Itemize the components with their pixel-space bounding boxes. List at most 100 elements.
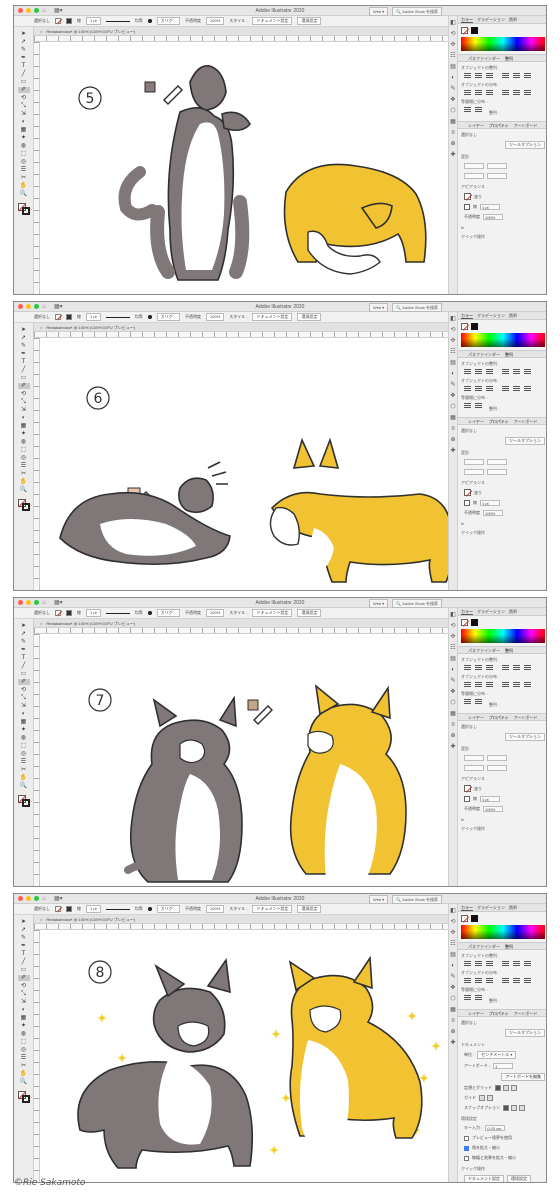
opacity-field[interactable]: 100% [206,905,225,913]
dock-panel-icon-11[interactable]: ≡ [451,722,455,728]
appearance-stroke-weight[interactable]: 1 pt [480,204,500,210]
y-field[interactable] [464,469,484,475]
height-field[interactable] [487,469,507,475]
appearance-fill-swatch[interactable] [464,489,471,496]
pen-tool-icon[interactable]: ✎ [18,639,30,645]
pen-tool-icon[interactable]: ✎ [18,343,30,349]
brush-definition-dropdown[interactable]: カリグ... [156,17,181,25]
align-objects-row-icon-4[interactable] [502,665,509,670]
line-tool-icon[interactable]: ╱ [18,71,30,77]
dock-panel-icon-10[interactable]: ▦ [450,415,456,421]
guides-toggle-icon[interactable] [479,1095,485,1101]
dock-panel-icon-7[interactable]: ✎ [450,382,455,388]
selection-tool-icon[interactable]: ➤ [18,919,30,925]
height-field[interactable] [487,173,507,179]
layer-tab-3[interactable]: アートボード [514,1010,538,1016]
distribute-objects-row-icon-1[interactable] [464,386,471,391]
variable-width-profile[interactable] [105,316,130,318]
fx-icon[interactable]: fx. [458,518,546,527]
artboard-canvas[interactable]: 6 [40,338,448,590]
distribute-spacing-row-icon-1[interactable] [464,995,471,1000]
panel-tab-1[interactable]: カラー [461,608,473,615]
dock-panel-icon-2[interactable]: ⟲ [450,327,455,333]
dock-panel-icon-1[interactable]: ◧ [450,908,456,914]
align-objects-row-icon-1[interactable] [464,73,471,78]
stroke-weight-field[interactable]: 1 pt [86,905,101,913]
align-objects-row-icon-4[interactable] [502,369,509,374]
dock-panel-icon-4[interactable]: ☷ [450,349,455,355]
stroke-swatch[interactable] [66,906,72,912]
brush-definition-dropdown[interactable]: カリグ... [156,905,181,913]
layer-tab-1[interactable]: レイヤー [468,1010,484,1016]
align-objects-row-icon-5[interactable] [513,73,520,78]
hand-tool-icon[interactable]: ✋ [18,1071,30,1077]
zoom-tool-icon[interactable]: 🔍 [18,1079,30,1085]
layer-tab-1[interactable]: レイヤー [468,418,484,424]
artboard-field[interactable]: 1 [492,1063,513,1069]
stroke-swatch[interactable] [21,207,30,215]
rectangle-tool-icon[interactable]: ▭ [18,79,30,85]
adobe-stock-search-field[interactable]: 🔍 Adobe Stock を検索 [392,599,442,608]
workspace-dropdown[interactable]: Web ▾ [369,895,389,904]
workspace-dropdown[interactable]: Web ▾ [369,303,389,312]
appearance-stroke-weight[interactable]: 1 pt [480,500,500,506]
paintbrush-tool-icon[interactable]: ✐ [17,383,30,389]
distribute-objects-row-icon-3[interactable] [486,90,493,95]
panel-tab-2[interactable]: グラデーション [477,608,505,615]
dock-panel-icon-8[interactable]: ❖ [450,689,455,695]
pathfinder-tab-1[interactable]: パスファインダー [468,55,500,61]
dock-panel-icon-6[interactable]: ◐ [451,75,455,81]
perspective-grid-tool-icon[interactable]: ▦ [18,1015,30,1021]
artboard-canvas[interactable]: 8 [40,930,448,1182]
dock-panel-icon-5[interactable]: ▤ [450,952,456,958]
dock-panel-icon-12[interactable]: ⊕ [450,437,455,443]
shape-builder-tool-icon[interactable]: ◐ [18,1007,30,1013]
distribute-objects-row-icon-6[interactable] [524,978,531,983]
zoom-tool-icon[interactable]: 🔍 [18,191,30,197]
dock-panel-icon-8[interactable]: ❖ [450,97,455,103]
width-field[interactable] [487,163,507,169]
paintbrush-tool-icon[interactable]: ✐ [17,975,30,981]
distribute-objects-row-icon-3[interactable] [486,682,493,687]
stroke-swatch[interactable] [66,314,72,320]
distribute-objects-row-icon-4[interactable] [502,682,509,687]
curvature-tool-icon[interactable]: ✒ [18,351,30,357]
appearance-opacity-field[interactable]: 100% [483,806,503,812]
dock-panel-icon-12[interactable]: ⊕ [450,1029,455,1035]
keyboard-increment-field[interactable]: 0.03 cm [485,1125,506,1131]
height-field[interactable] [487,765,507,771]
panel-tab-3[interactable]: 透明 [509,904,517,911]
artboard-tool-icon[interactable]: ⬚ [18,151,30,157]
document-setup-button[interactable]: ドキュメント設定 [252,313,293,321]
fill-stroke-swatches[interactable] [17,203,30,215]
appearance-fill-swatch[interactable] [464,785,471,792]
align-objects-row-icon-4[interactable] [502,73,509,78]
layer-tab-2[interactable]: プロパティ [489,418,509,424]
panel-tab-3[interactable]: 透明 [509,16,517,23]
align-objects-row-icon-2[interactable] [475,665,482,670]
zoom-tool-icon[interactable]: 🔍 [18,487,30,493]
edit-artboard-button[interactable]: アートボードを編集 [501,1073,545,1081]
distribute-objects-row-icon-1[interactable] [464,978,471,983]
close-tab-icon[interactable]: × [40,325,42,330]
stroke-swatch[interactable] [21,1095,30,1103]
graph-tool-icon[interactable]: ☰ [18,759,30,765]
x-field[interactable] [464,163,484,169]
grid-toggle-icon[interactable] [503,1085,509,1091]
dock-panel-icon-4[interactable]: ☷ [450,941,455,947]
hand-tool-icon[interactable]: ✋ [18,183,30,189]
rectangle-tool-icon[interactable]: ▭ [18,671,30,677]
layer-tab-3[interactable]: アートボード [514,418,538,424]
dock-panel-icon-2[interactable]: ⟲ [450,31,455,37]
perspective-grid-tool-icon[interactable]: ▦ [18,127,30,133]
stroke-swatch[interactable] [21,503,30,511]
blend-tool-icon[interactable]: ◍ [18,143,30,149]
dock-panel-icon-3[interactable]: ✣ [450,634,455,640]
layer-tab-2[interactable]: プロパティ [489,122,509,128]
panel-tab-1[interactable]: カラー [461,904,473,911]
dock-panel-icon-4[interactable]: ☷ [450,53,455,59]
brush-definition-icon[interactable] [147,907,152,911]
distribute-objects-row-icon-6[interactable] [524,386,531,391]
document-tab-title[interactable]: Redakamoica* @ 100% (CMYK/GPU プレビュー) [46,621,135,626]
dock-panel-icon-13[interactable]: ✚ [450,1040,455,1046]
